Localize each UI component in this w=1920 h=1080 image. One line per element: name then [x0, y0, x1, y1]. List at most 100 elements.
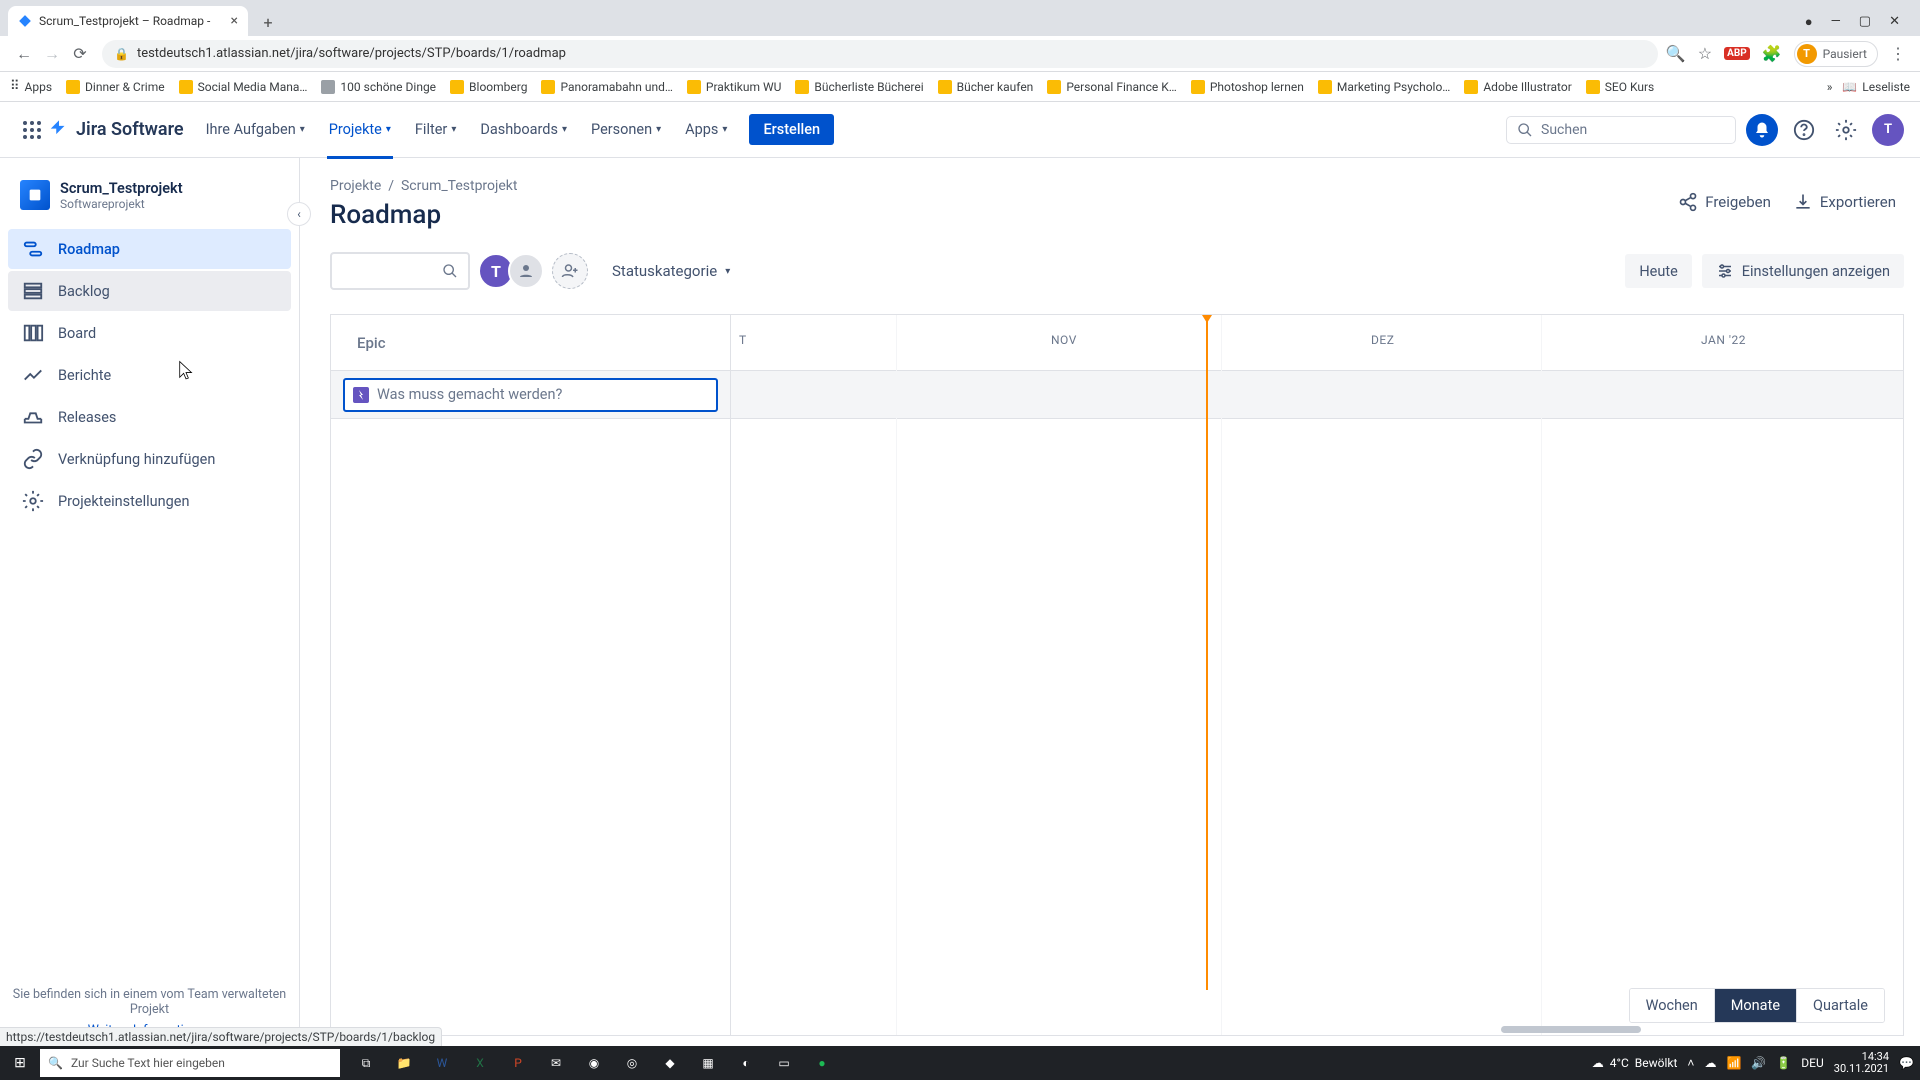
- global-search[interactable]: Suchen: [1506, 116, 1736, 144]
- nav-your-work[interactable]: Ihre Aufgaben▾: [196, 115, 315, 144]
- roadmap-search-input[interactable]: [330, 252, 470, 290]
- obs-icon[interactable]: ◎: [616, 1049, 648, 1077]
- today-button[interactable]: Heute: [1625, 254, 1691, 288]
- crumb-project[interactable]: Scrum_Testprojekt: [401, 178, 518, 194]
- language-indicator[interactable]: DEU: [1801, 1056, 1823, 1070]
- weather-widget[interactable]: ☁ 4°C Bewölkt: [1592, 1056, 1678, 1070]
- sidebar-item-roadmap[interactable]: Roadmap: [8, 229, 291, 269]
- profile-chip[interactable]: T Pausiert: [1794, 41, 1878, 67]
- settings-icon[interactable]: [1830, 114, 1862, 146]
- bookmark-star-icon[interactable]: ☆: [1698, 44, 1712, 63]
- zoom-months[interactable]: Monate: [1714, 989, 1796, 1022]
- action-center-icon[interactable]: 💬: [1899, 1056, 1914, 1070]
- bookmark-item[interactable]: Photoshop lernen: [1191, 80, 1304, 94]
- mail-icon[interactable]: ✉: [540, 1049, 572, 1077]
- excel-icon[interactable]: X: [464, 1049, 496, 1077]
- zoom-weeks[interactable]: Wochen: [1630, 989, 1714, 1022]
- reload-button[interactable]: ⟳: [66, 44, 94, 63]
- task-view-icon[interactable]: ⧉: [350, 1049, 382, 1077]
- add-people-button[interactable]: [552, 253, 588, 289]
- forward-button[interactable]: →: [38, 44, 66, 64]
- crumb-root[interactable]: Projekte: [330, 178, 381, 194]
- status-bar-url: https://testdeutsch1.atlassian.net/jira/…: [0, 1027, 442, 1046]
- network-icon[interactable]: 📶: [1726, 1056, 1741, 1070]
- bookmark-item[interactable]: Bloomberg: [450, 80, 527, 94]
- nav-filters[interactable]: Filter▾: [405, 115, 466, 144]
- word-icon[interactable]: W: [426, 1049, 458, 1077]
- bookmark-item[interactable]: Bücher kaufen: [938, 80, 1034, 94]
- reading-list[interactable]: 📖Leseliste: [1842, 80, 1910, 94]
- sidebar-item-reports[interactable]: Berichte: [8, 355, 291, 395]
- nav-apps[interactable]: Apps▾: [675, 115, 737, 144]
- user-avatar[interactable]: T: [1872, 114, 1904, 146]
- project-icon: [20, 180, 50, 210]
- show-settings-button[interactable]: Einstellungen anzeigen: [1702, 254, 1904, 288]
- app-icon[interactable]: ▦: [692, 1049, 724, 1077]
- browser-tab[interactable]: Scrum_Testprojekt – Roadmap - ×: [8, 6, 248, 36]
- sidebar-item-releases[interactable]: Releases: [8, 397, 291, 437]
- volume-icon[interactable]: 🔊: [1751, 1056, 1766, 1070]
- notifications-icon[interactable]: [1746, 114, 1778, 146]
- bookmark-item[interactable]: Adobe Illustrator: [1464, 80, 1571, 94]
- tray-overflow-icon[interactable]: ˄: [1687, 1056, 1694, 1070]
- edge-icon[interactable]: ◐: [730, 1049, 762, 1077]
- status-category-filter[interactable]: Statuskategorie ▾: [612, 262, 730, 280]
- nav-dashboards[interactable]: Dashboards▾: [470, 115, 577, 144]
- spotify-icon[interactable]: ●: [806, 1049, 838, 1077]
- epic-summary-input[interactable]: [377, 386, 708, 403]
- create-button[interactable]: Erstellen: [749, 114, 834, 145]
- account-dot-icon[interactable]: ●: [1805, 14, 1813, 30]
- bookmark-item[interactable]: Personal Finance K…: [1047, 80, 1177, 94]
- system-clock[interactable]: 14:34 30.11.2021: [1834, 1051, 1889, 1075]
- timeline-scrollbar-thumb[interactable]: [1501, 1026, 1641, 1033]
- bookmark-overflow-icon[interactable]: »: [1827, 80, 1833, 94]
- address-bar[interactable]: 🔒 testdeutsch1.atlassian.net/jira/softwa…: [102, 40, 1658, 68]
- bookmark-item[interactable]: Praktikum WU: [687, 80, 781, 94]
- timeline-row[interactable]: [731, 371, 1903, 419]
- maximize-icon[interactable]: ▢: [1859, 14, 1871, 30]
- minimize-icon[interactable]: —: [1831, 14, 1841, 30]
- abp-extension-icon[interactable]: ABP: [1724, 47, 1750, 60]
- taskbar-search[interactable]: 🔍 Zur Suche Text hier eingeben: [40, 1049, 340, 1077]
- sidebar-item-settings[interactable]: Projekteinstellungen: [8, 481, 291, 521]
- help-icon[interactable]: [1788, 114, 1820, 146]
- back-button[interactable]: ←: [10, 44, 38, 64]
- link-icon: [22, 448, 44, 470]
- zoom-icon[interactable]: 🔍: [1666, 44, 1686, 63]
- bookmark-item[interactable]: Panoramabahn und…: [541, 80, 672, 94]
- nav-projects[interactable]: Projekte▾: [319, 115, 401, 144]
- apps-shortcut[interactable]: ⠿Apps: [10, 79, 52, 94]
- extensions-icon[interactable]: 🧩: [1762, 44, 1782, 63]
- month-label: NOV: [1051, 333, 1077, 347]
- bookmark-item[interactable]: Marketing Psycholo…: [1318, 80, 1450, 94]
- start-button[interactable]: ⊞: [0, 1055, 40, 1071]
- new-tab-button[interactable]: +: [254, 8, 282, 36]
- app-icon[interactable]: ◆: [654, 1049, 686, 1077]
- sidebar-item-backlog[interactable]: Backlog: [8, 271, 291, 311]
- chrome-menu-icon[interactable]: ⋮: [1890, 44, 1906, 63]
- app-icon[interactable]: ▭: [768, 1049, 800, 1077]
- bookmark-item[interactable]: SEO Kurs: [1586, 80, 1654, 94]
- battery-icon[interactable]: 🔋: [1776, 1056, 1791, 1070]
- share-button[interactable]: Freigeben: [1678, 192, 1771, 212]
- bookmark-item[interactable]: 100 schöne Dinge: [321, 80, 436, 94]
- close-window-icon[interactable]: ✕: [1889, 14, 1900, 30]
- jira-logo[interactable]: Jira Software: [48, 119, 184, 141]
- nav-people[interactable]: Personen▾: [581, 115, 671, 144]
- close-tab-icon[interactable]: ×: [231, 13, 238, 29]
- onedrive-icon[interactable]: ☁: [1704, 1056, 1716, 1070]
- powerpoint-icon[interactable]: P: [502, 1049, 534, 1077]
- chrome-icon[interactable]: ◉: [578, 1049, 610, 1077]
- file-explorer-icon[interactable]: 📁: [388, 1049, 420, 1077]
- bookmark-item[interactable]: Social Media Mana…: [179, 80, 308, 94]
- zoom-quarters[interactable]: Quartale: [1796, 989, 1884, 1022]
- export-button[interactable]: Exportieren: [1793, 192, 1896, 212]
- search-icon: [442, 263, 458, 279]
- unassigned-avatar[interactable]: [508, 253, 544, 289]
- bookmark-item[interactable]: Dinner & Crime: [66, 80, 165, 94]
- bookmark-item[interactable]: Bücherliste Bücherei: [795, 80, 923, 94]
- lock-icon: 🔒: [114, 47, 129, 61]
- app-switcher-icon[interactable]: [16, 114, 48, 146]
- sidebar-item-board[interactable]: Board: [8, 313, 291, 353]
- sidebar-item-add-link[interactable]: Verknüpfung hinzufügen: [8, 439, 291, 479]
